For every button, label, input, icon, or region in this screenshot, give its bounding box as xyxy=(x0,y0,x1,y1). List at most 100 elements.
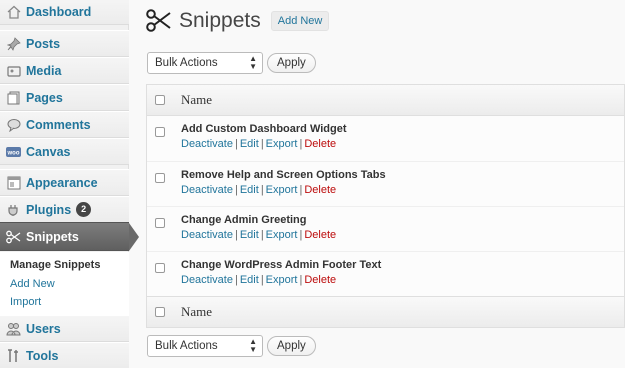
row-checkbox[interactable] xyxy=(155,218,165,228)
menu-tools[interactable]: Tools xyxy=(0,342,129,368)
edit-link[interactable]: Edit xyxy=(240,274,259,286)
pushpin-icon xyxy=(6,36,21,51)
menu-label: Tools xyxy=(26,348,59,363)
column-name[interactable]: Name xyxy=(181,304,212,320)
export-link[interactable]: Export xyxy=(266,184,298,196)
admin-sidebar: Dashboard Posts Media Pages Comments woo… xyxy=(0,0,139,368)
apply-button[interactable]: Apply xyxy=(267,53,316,73)
row-content: Remove Help and Screen Options Tabs Deact… xyxy=(181,169,386,196)
snippets-submenu: Manage Snippets Add New Import xyxy=(0,252,129,318)
table-row: Change Admin Greeting Deactivate | Edit | Exp… xyxy=(147,206,624,251)
select-arrows-icon: ▲ ▼ xyxy=(249,337,257,354)
export-link[interactable]: Export xyxy=(266,274,298,286)
snippets-table: Name Add Custom Dashboard Widget Deactiva… xyxy=(146,84,625,328)
deactivate-link[interactable]: Deactivate xyxy=(181,229,233,241)
separator: | xyxy=(234,274,238,286)
menu-label: Users xyxy=(26,321,61,336)
submenu-manage-snippets[interactable]: Manage Snippets xyxy=(10,256,129,275)
column-name[interactable]: Name xyxy=(181,92,212,108)
select-arrows-icon: ▲ ▼ xyxy=(249,54,257,71)
pages-icon xyxy=(6,90,21,105)
export-link[interactable]: Export xyxy=(266,229,298,241)
bulk-actions-bottom: Bulk Actions ▲ ▼ Apply xyxy=(147,335,316,357)
separator: | xyxy=(260,274,264,286)
menu-media[interactable]: Media xyxy=(0,57,129,84)
select-value: Bulk Actions xyxy=(155,57,218,69)
separator: | xyxy=(234,229,238,241)
delete-link[interactable]: Delete xyxy=(304,138,336,150)
menu-label: Plugins xyxy=(26,202,72,217)
menu-label: Media xyxy=(26,63,62,78)
edit-link[interactable]: Edit xyxy=(240,184,259,196)
menu-appearance[interactable]: Appearance xyxy=(0,169,129,196)
separator: | xyxy=(260,138,264,150)
snippet-title[interactable]: Change Admin Greeting xyxy=(181,214,336,226)
menu-comments[interactable]: Comments xyxy=(0,111,129,138)
separator: | xyxy=(234,184,238,196)
scissors-icon xyxy=(146,8,172,34)
apply-button[interactable]: Apply xyxy=(267,336,316,356)
table-footer: Name xyxy=(147,296,624,327)
select-all-checkbox[interactable] xyxy=(155,307,165,317)
row-content: Add Custom Dashboard Widget Deactivate | Ed… xyxy=(181,123,347,150)
plug-icon xyxy=(6,202,21,217)
edit-link[interactable]: Edit xyxy=(240,229,259,241)
separator: | xyxy=(260,229,264,241)
row-checkbox[interactable] xyxy=(155,173,165,183)
select-all-checkbox[interactable] xyxy=(155,95,165,105)
add-new-button[interactable]: Add New xyxy=(270,11,330,31)
row-actions: Deactivate | Edit | Export | Delete xyxy=(181,229,336,241)
menu-plugins[interactable]: Plugins 2 xyxy=(0,196,129,223)
table-row: Remove Help and Screen Options Tabs Deact… xyxy=(147,161,624,206)
comment-bubble-icon xyxy=(6,117,21,132)
bulk-actions-select[interactable]: Bulk Actions ▲ ▼ xyxy=(147,335,263,357)
scissors-icon xyxy=(6,229,21,244)
table-header: Name xyxy=(147,85,624,116)
main-content: Snippets Add New Bulk Actions ▲ ▼ Apply N… xyxy=(130,0,625,368)
deactivate-link[interactable]: Deactivate xyxy=(181,184,233,196)
menu-label: Posts xyxy=(26,36,61,51)
deactivate-link[interactable]: Deactivate xyxy=(181,138,233,150)
select-value: Bulk Actions xyxy=(155,340,218,352)
menu-dashboard[interactable]: Dashboard xyxy=(0,0,129,25)
row-checkbox[interactable] xyxy=(155,127,165,137)
menu-label: Dashboard xyxy=(26,4,92,19)
menu-users[interactable]: Users xyxy=(0,315,129,342)
snippet-title[interactable]: Remove Help and Screen Options Tabs xyxy=(181,169,386,181)
row-checkbox[interactable] xyxy=(155,263,165,273)
tools-icon xyxy=(6,348,21,363)
table-row: Change WordPress Admin Footer Text Deacti… xyxy=(147,251,624,296)
bulk-actions-select[interactable]: Bulk Actions ▲ ▼ xyxy=(147,52,263,74)
separator: | xyxy=(260,184,264,196)
menu-label: Canvas xyxy=(26,144,71,159)
delete-link[interactable]: Delete xyxy=(304,274,336,286)
submenu-add-new[interactable]: Add New xyxy=(10,275,129,294)
deactivate-link[interactable]: Deactivate xyxy=(181,274,233,286)
row-actions: Deactivate | Edit | Export | Delete xyxy=(181,184,386,196)
menu-pages[interactable]: Pages xyxy=(0,84,129,111)
menu-canvas[interactable]: woo Canvas xyxy=(0,138,129,165)
home-icon xyxy=(6,4,21,19)
users-icon xyxy=(6,321,21,336)
menu-label: Appearance xyxy=(26,175,98,190)
svg-text:woo: woo xyxy=(7,150,20,156)
edit-link[interactable]: Edit xyxy=(240,138,259,150)
row-actions: Deactivate | Edit | Export | Delete xyxy=(181,138,347,150)
menu-snippets[interactable]: Snippets xyxy=(0,222,139,251)
menu-label: Snippets xyxy=(26,229,79,244)
snippet-title[interactable]: Change WordPress Admin Footer Text xyxy=(181,259,381,271)
export-link[interactable]: Export xyxy=(266,138,298,150)
page-header: Snippets Add New xyxy=(146,8,330,34)
table-row: Add Custom Dashboard Widget Deactivate | Ed… xyxy=(147,116,624,161)
delete-link[interactable]: Delete xyxy=(304,229,336,241)
row-actions: Deactivate | Edit | Export | Delete xyxy=(181,274,381,286)
menu-label: Comments xyxy=(26,117,91,132)
woo-icon: woo xyxy=(6,144,21,159)
delete-link[interactable]: Delete xyxy=(304,184,336,196)
snippet-title[interactable]: Add Custom Dashboard Widget xyxy=(181,123,347,135)
menu-posts[interactable]: Posts xyxy=(0,30,129,57)
update-count-badge: 2 xyxy=(76,202,92,217)
separator: | xyxy=(234,138,238,150)
bulk-actions-top: Bulk Actions ▲ ▼ Apply xyxy=(147,52,316,74)
submenu-import[interactable]: Import xyxy=(10,293,129,312)
